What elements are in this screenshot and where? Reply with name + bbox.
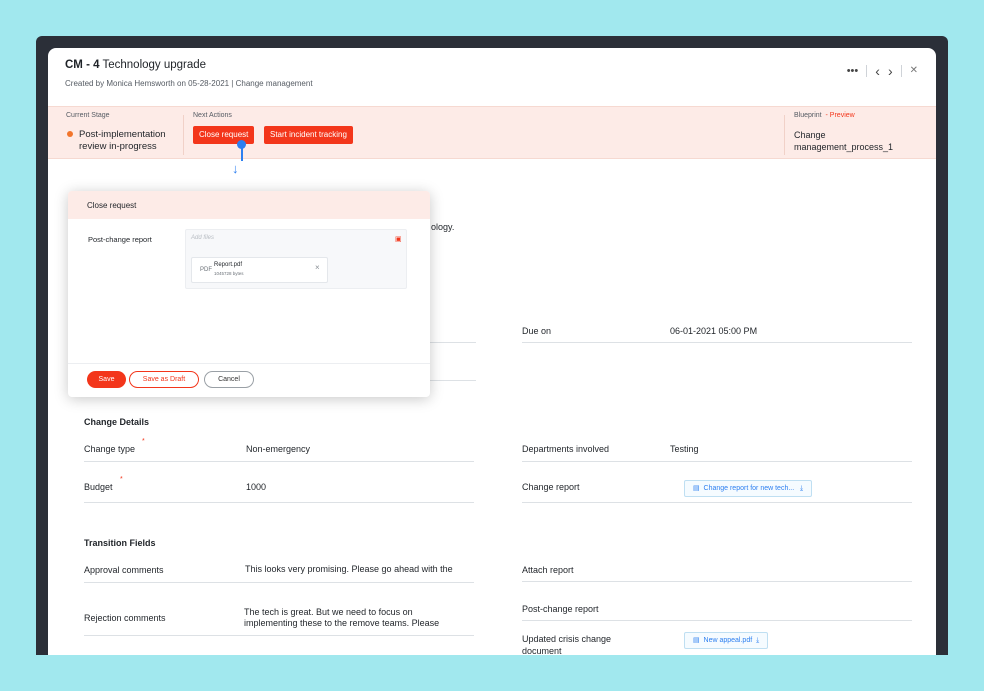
post-change-report-field-label: Post-change report [88, 235, 152, 244]
blueprint-value: Change management_process_1 [794, 130, 894, 152]
field-divider [84, 502, 474, 503]
description-partial-text: ology. [431, 222, 455, 232]
field-divider [522, 502, 912, 503]
change-report-label: Change report [522, 482, 580, 492]
transition-fields-heading: Transition Fields [84, 538, 156, 548]
header-toolbar: ••• ‹ › ✕ [847, 64, 918, 78]
post-change-report-label: Post-change report [522, 604, 599, 614]
field-divider [522, 620, 912, 621]
change-details-heading: Change Details [84, 417, 150, 427]
field-divider [84, 461, 474, 462]
rejection-comments-line-2: implementing these to the remove teams. … [244, 618, 440, 628]
field-divider [430, 342, 476, 343]
toolbar-divider [900, 65, 902, 77]
record-name: Technology upgrade [102, 59, 207, 71]
stage-divider [784, 115, 785, 155]
stage-divider [183, 115, 184, 155]
file-icon: ▤ [693, 485, 700, 492]
field-divider [430, 380, 476, 381]
rejection-comments-label: Rejection comments [84, 613, 166, 623]
next-record-icon[interactable]: › [888, 64, 893, 78]
budget-label: Budget [84, 482, 113, 492]
more-options-icon[interactable]: ••• [847, 65, 859, 77]
attached-file-name: Report.pdf [214, 262, 243, 268]
crisis-document-label-line-1: Updated crisis change [522, 634, 612, 644]
field-divider [84, 635, 474, 636]
remove-file-icon[interactable]: × [315, 264, 320, 272]
close-icon[interactable]: ✕ [910, 65, 918, 77]
field-divider [522, 461, 912, 462]
save-button[interactable]: Save [87, 371, 126, 388]
dialog-footer-divider [68, 363, 430, 364]
due-on-label: Due on [522, 326, 552, 336]
dialog-title: Close request [87, 201, 137, 210]
stage-status-dot [67, 131, 73, 137]
field-divider [84, 582, 474, 583]
blueprint-preview-link[interactable]: - Preview [826, 112, 855, 119]
attach-report-label: Attach report [522, 565, 574, 575]
record-subtitle: Created by Monica Hemsworth on 05-28-202… [65, 79, 313, 88]
previous-record-icon[interactable]: ‹ [875, 64, 880, 78]
current-stage-label: Current Stage [66, 112, 110, 119]
close-request-dialog: Close request Post-change report Add fil… [68, 191, 430, 397]
rejection-comments-line-1: The tech is great. But we need to focus … [244, 607, 413, 617]
connector-line [241, 147, 243, 161]
current-stage-value: Post-implementation review in-progress [79, 129, 166, 152]
dialog-header: Close request [68, 191, 430, 219]
add-files-placeholder[interactable]: Add files [191, 235, 214, 241]
attached-file-size: 1045728 bytes [214, 271, 244, 276]
approval-comments-label: Approval comments [84, 565, 164, 575]
approval-comments-value: This looks very promising. Please go ahe… [245, 564, 453, 574]
change-type-value: Non-emergency [246, 444, 311, 454]
budget-value: 1000 [246, 482, 267, 492]
change-report-file-chip[interactable]: ▤ Change report for new tech... ⤓ [684, 480, 813, 497]
crisis-document-file-name: New appeal.pdf [703, 637, 753, 644]
download-icon[interactable]: ⤓ [756, 637, 759, 644]
cancel-button[interactable]: Cancel [204, 371, 254, 388]
file-icon: ▤ [693, 637, 700, 644]
toolbar-divider [866, 65, 868, 77]
attach-file-icon[interactable]: ▣ [395, 235, 402, 243]
departments-label: Departments involved [522, 444, 610, 454]
blueprint-stage-bar: Current Stage Post-implementation review… [48, 106, 936, 159]
departments-value: Testing [670, 444, 699, 454]
field-divider [522, 581, 912, 582]
blueprint-label-text: Blueprint [794, 112, 822, 119]
download-icon[interactable]: ⤓ [800, 485, 803, 492]
app-window-frame: CM - 4 Technology upgrade Created by Mon… [36, 36, 948, 655]
change-type-label: Change type [84, 444, 136, 454]
record-header: CM - 4 Technology upgrade Created by Mon… [48, 48, 936, 106]
file-type-badge: PDF [200, 267, 212, 273]
field-divider [522, 342, 912, 343]
required-asterisk: * [142, 438, 145, 445]
change-report-file-name: Change report for new tech... [703, 485, 795, 492]
crisis-document-label-line-2: document [522, 646, 562, 655]
save-as-draft-button[interactable]: Save as Draft [129, 371, 199, 388]
record-panel: CM - 4 Technology upgrade Created by Mon… [48, 48, 936, 655]
record-id: CM - 4 [65, 59, 100, 71]
record-title: CM - 4 Technology upgrade [65, 59, 206, 71]
crisis-document-file-chip[interactable]: ▤ New appeal.pdf ⤓ [684, 632, 769, 649]
blueprint-label: Blueprint - Preview [794, 112, 855, 119]
start-incident-tracking-button[interactable]: Start incident tracking [264, 126, 353, 144]
next-actions-label: Next Actions [193, 112, 232, 119]
due-on-value: 06-01-2021 05:00 PM [670, 326, 758, 336]
required-asterisk: * [120, 476, 123, 483]
arrow-down-icon: ↓ [232, 161, 239, 176]
